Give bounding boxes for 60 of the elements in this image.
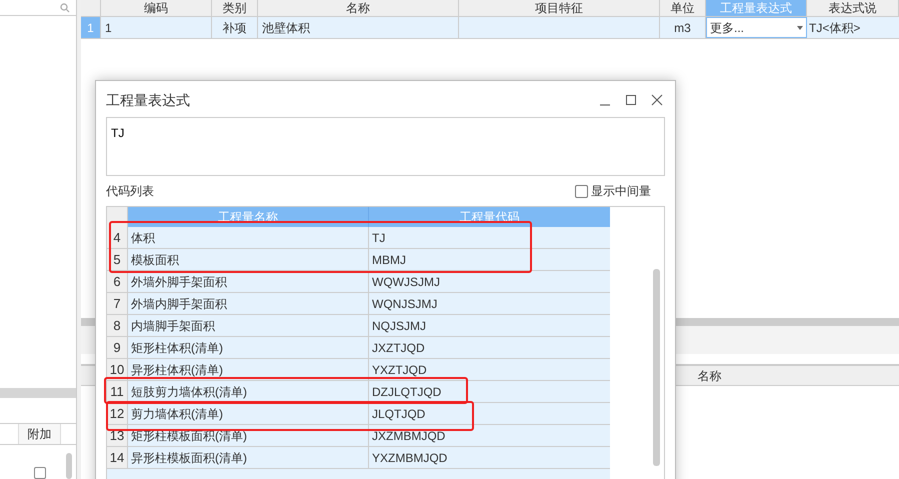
- table-cell[interactable]: DZJLQTJQD: [369, 381, 610, 402]
- table-cell[interactable]: 内墙脚手架面积: [128, 315, 369, 336]
- row-number: 11: [107, 381, 128, 402]
- column-header: 名称: [696, 368, 722, 384]
- dropdown-value: 更多...: [710, 20, 744, 36]
- table-cell[interactable]: WQNJSJMJ: [369, 293, 610, 314]
- row-number: 8: [107, 315, 128, 336]
- table-cell: 1: [101, 17, 212, 38]
- close-icon[interactable]: [651, 94, 663, 106]
- column-header: 编码: [101, 0, 212, 16]
- table-cell[interactable]: 剪力墙体积(清单): [128, 403, 369, 424]
- column-header: 表达式说: [807, 0, 899, 16]
- row-number: 5: [107, 249, 128, 270]
- column-header: 名称: [258, 0, 459, 16]
- table-cell[interactable]: 异形柱体积(清单): [128, 359, 369, 380]
- table-cell[interactable]: WQWJSJMJ: [369, 271, 610, 292]
- table-row[interactable]: 1 1 补项 池壁体积 m3 更多... TJ<体积>: [81, 17, 899, 39]
- row-number: 14: [107, 447, 128, 468]
- table-cell[interactable]: 矩形柱体积(清单): [128, 337, 369, 358]
- row-number: 13: [107, 425, 128, 446]
- column-header: 类别: [212, 0, 258, 16]
- table-cell[interactable]: 异形柱模板面积(清单): [128, 447, 369, 468]
- table-cell[interactable]: JLQTJQD: [369, 403, 610, 424]
- table-cell[interactable]: NQJSJMJ: [369, 315, 610, 336]
- table-cell[interactable]: TJ: [369, 227, 610, 248]
- checkbox-label: 显示中间量: [591, 183, 651, 200]
- row-number: 7: [107, 293, 128, 314]
- table-cell[interactable]: 体积: [128, 227, 369, 248]
- column-header: 项目特征: [459, 0, 660, 16]
- table-cell[interactable]: JXZMBMJQD: [369, 425, 610, 446]
- table-cell[interactable]: JXZTJQD: [369, 337, 610, 358]
- checkbox[interactable]: [34, 467, 46, 479]
- checkbox[interactable]: [575, 184, 588, 198]
- table-cell[interactable]: 矩形柱模板面积(清单): [128, 425, 369, 446]
- row-number: 4: [107, 227, 128, 248]
- row-number: 12: [107, 403, 128, 424]
- row-number: 10: [107, 359, 128, 380]
- row-number: 9: [107, 337, 128, 358]
- maximize-icon[interactable]: [625, 94, 637, 106]
- scrollbar[interactable]: [66, 453, 72, 479]
- table-cell[interactable]: YXZTJQD: [369, 359, 610, 380]
- caret-icon: [797, 26, 803, 30]
- dialog-title: 工程量表达式: [106, 90, 190, 110]
- row-number: 1: [81, 17, 101, 38]
- table-cell[interactable]: 外墙外脚手架面积: [128, 271, 369, 292]
- list-label: 代码列表: [106, 183, 154, 200]
- search-icon: [60, 2, 70, 12]
- column-header: 工程量表达式: [706, 0, 807, 16]
- table-cell[interactable]: YXZMBMJQD: [369, 447, 610, 468]
- table-cell: 补项: [212, 17, 258, 38]
- row-number: 6: [107, 271, 128, 292]
- table-cell[interactable]: 外墙内脚手架面积: [128, 293, 369, 314]
- table-cell-text: TJ<体积>: [808, 20, 862, 36]
- table-cell: 池壁体积: [258, 17, 459, 38]
- table-cell[interactable]: MBMJ: [369, 249, 610, 270]
- table-cell[interactable]: 模板面积: [128, 249, 369, 270]
- expression-field[interactable]: TJ: [106, 117, 665, 176]
- column-header: 附加: [19, 424, 61, 444]
- scrollbar[interactable]: [653, 269, 660, 466]
- dropdown[interactable]: 更多...: [706, 17, 807, 38]
